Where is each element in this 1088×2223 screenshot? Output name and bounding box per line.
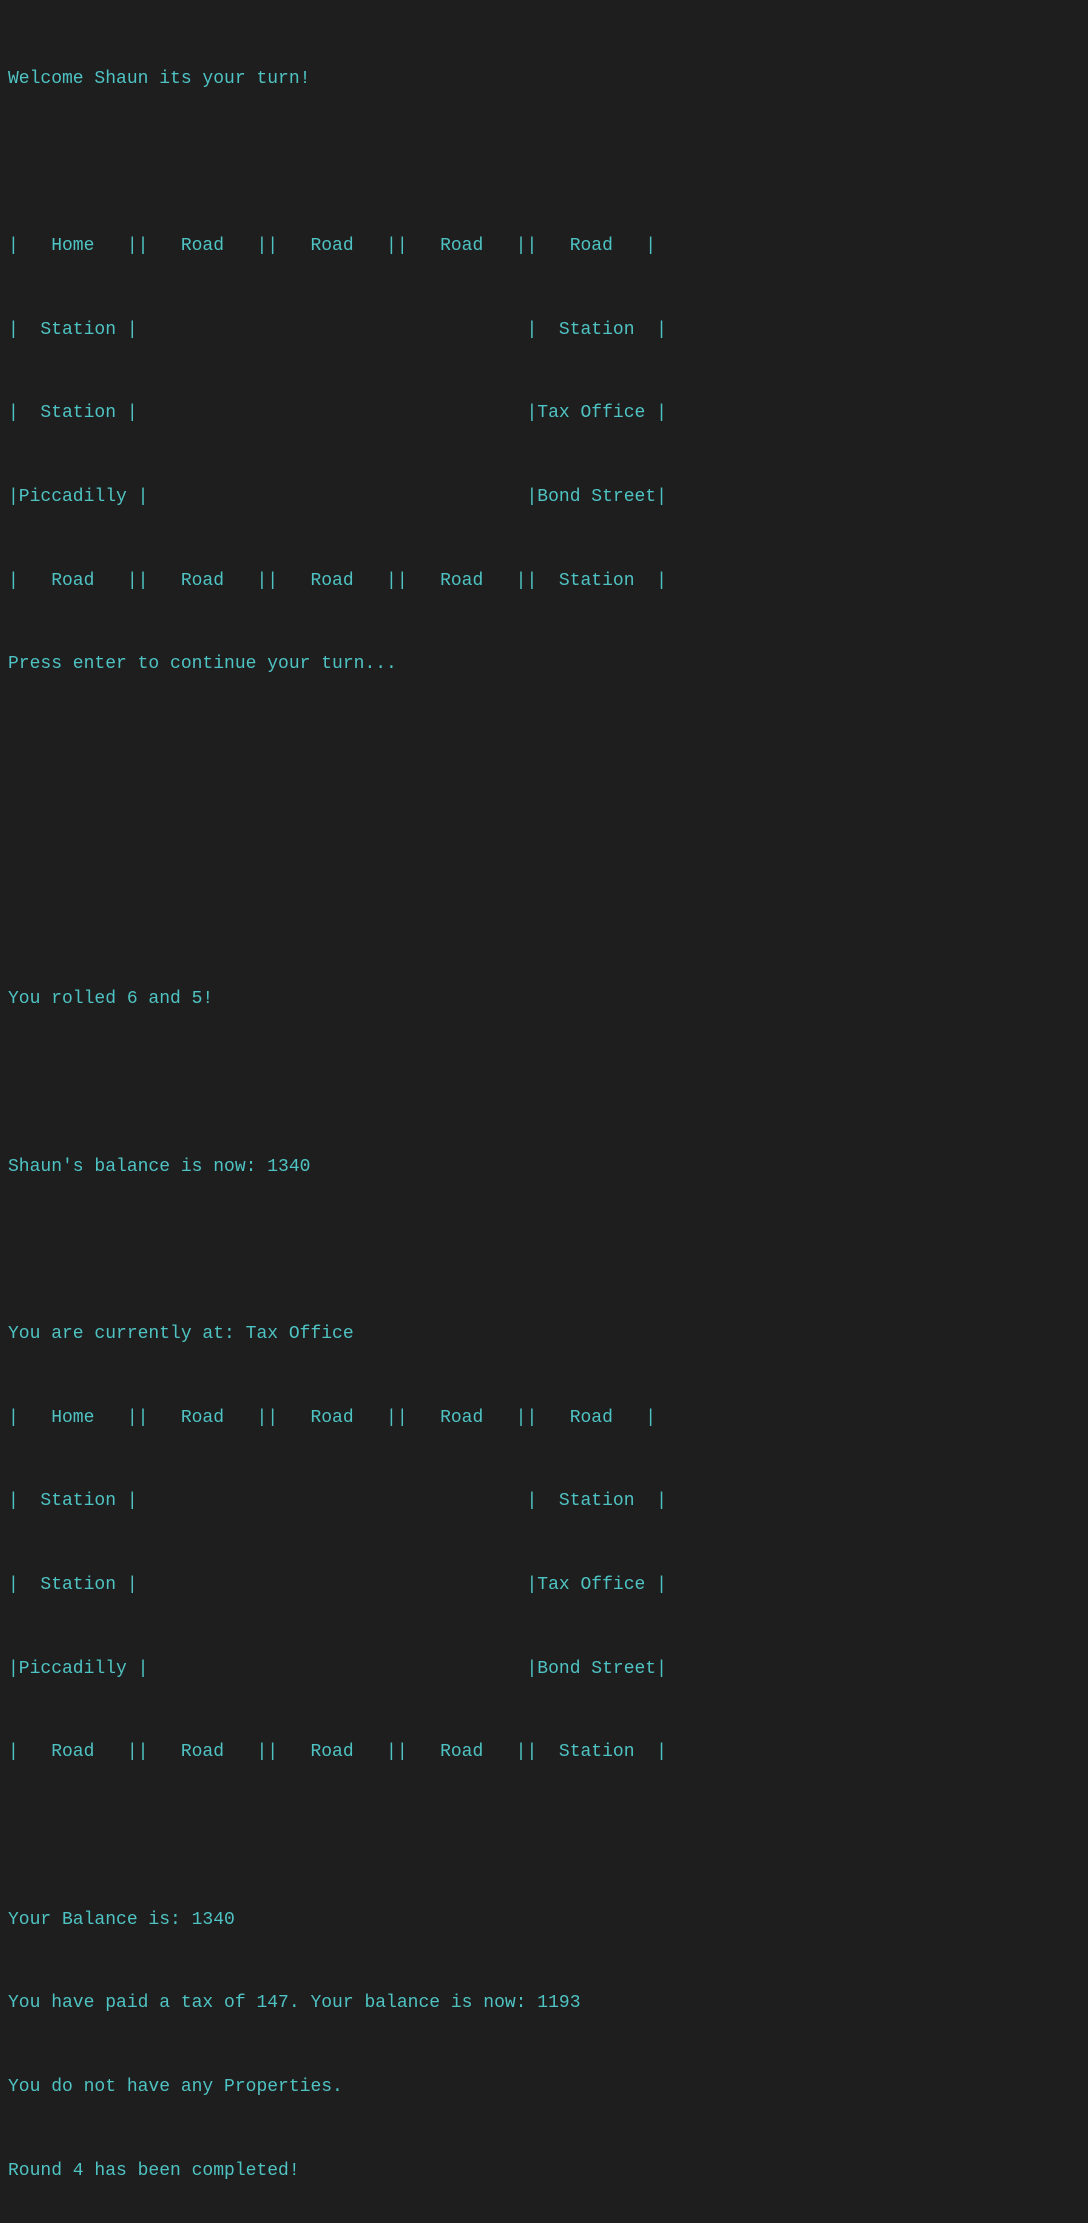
terminal-output: Welcome Shaun its your turn! | Home || R… [8,10,1080,2213]
board2-row-3: | Station | |Tax Office | [8,1572,1080,1600]
board2-row-bottom: | Road || Road || Road || Road || Statio… [8,1739,1080,1767]
blank-line-6 [8,1237,1080,1265]
board2-row-2: | Station | | Station | [8,1488,1080,1516]
roll-message: You rolled 6 and 5! [8,986,1080,1014]
blank-line-4 [8,903,1080,931]
board-row-3: | Station | |Tax Office | [8,400,1080,428]
board-row-bottom: | Road || Road || Road || Road || Statio… [8,568,1080,596]
round-complete-message: Round 4 has been completed! [8,2158,1080,2186]
balance-message: Shaun's balance is now: 1340 [8,1154,1080,1182]
no-properties-message: You do not have any Properties. [8,2074,1080,2102]
blank-line-3 [8,819,1080,847]
blank-line-5 [8,1070,1080,1098]
press-enter-message: Press enter to continue your turn... [8,651,1080,679]
blank-line-2 [8,735,1080,763]
location-message: You are currently at: Tax Office [8,1321,1080,1349]
board2-row-4: |Piccadilly | |Bond Street| [8,1656,1080,1684]
board-row-4: |Piccadilly | |Bond Street| [8,484,1080,512]
blank-line-1 [8,149,1080,177]
board-row-top: | Home || Road || Road || Road || Road | [8,233,1080,261]
tax-paid-message: You have paid a tax of 147. Your balance… [8,1990,1080,2018]
your-balance-message: Your Balance is: 1340 [8,1907,1080,1935]
board-row-2: | Station | | Station | [8,317,1080,345]
blank-line-7 [8,1823,1080,1851]
welcome-message: Welcome Shaun its your turn! [8,66,1080,94]
board2-row-top: | Home || Road || Road || Road || Road | [8,1405,1080,1433]
